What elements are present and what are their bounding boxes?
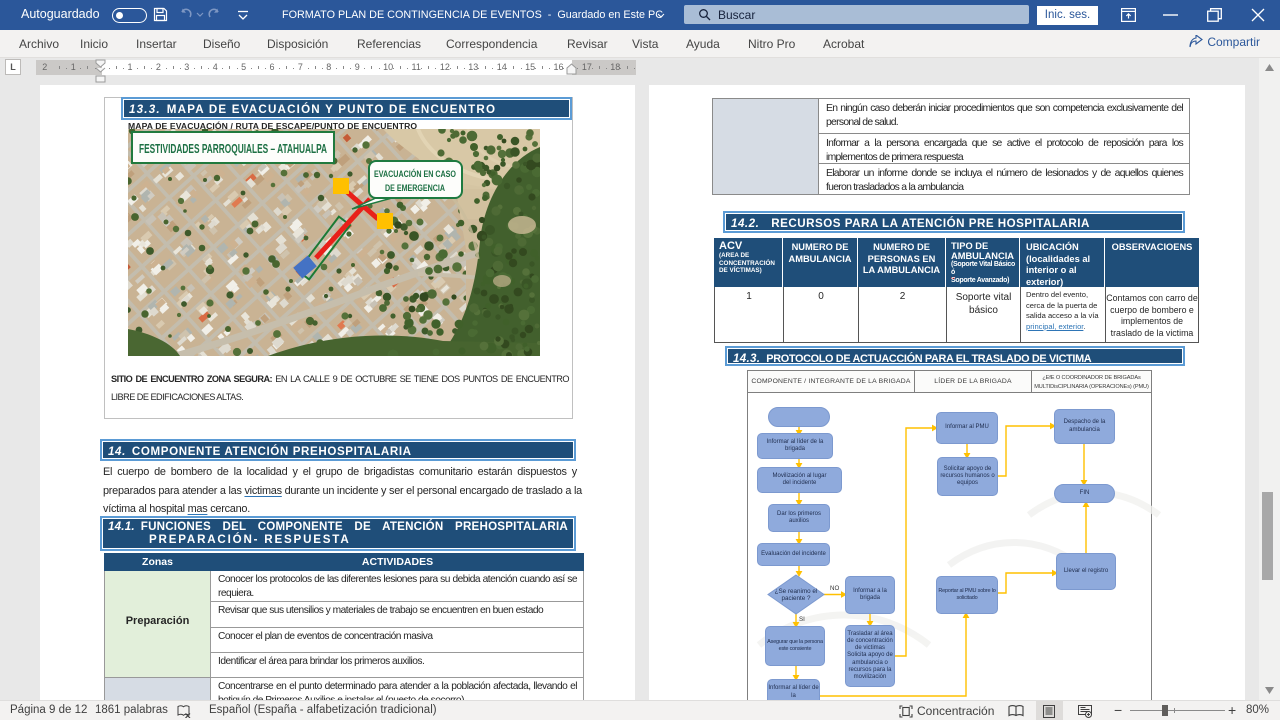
svg-text:NO: NO [830, 585, 839, 592]
svg-text:SI: SI [799, 616, 805, 623]
svg-text:DE EMERGENCIA: DE EMERGENCIA [385, 183, 445, 193]
svg-text:FESTIVIDADES PARROQUIALES – AT: FESTIVIDADES PARROQUIALES – ATAHUALPA [139, 142, 327, 156]
svg-text:EVACUACIÓN EN CASO: EVACUACIÓN EN CASO [374, 168, 456, 179]
